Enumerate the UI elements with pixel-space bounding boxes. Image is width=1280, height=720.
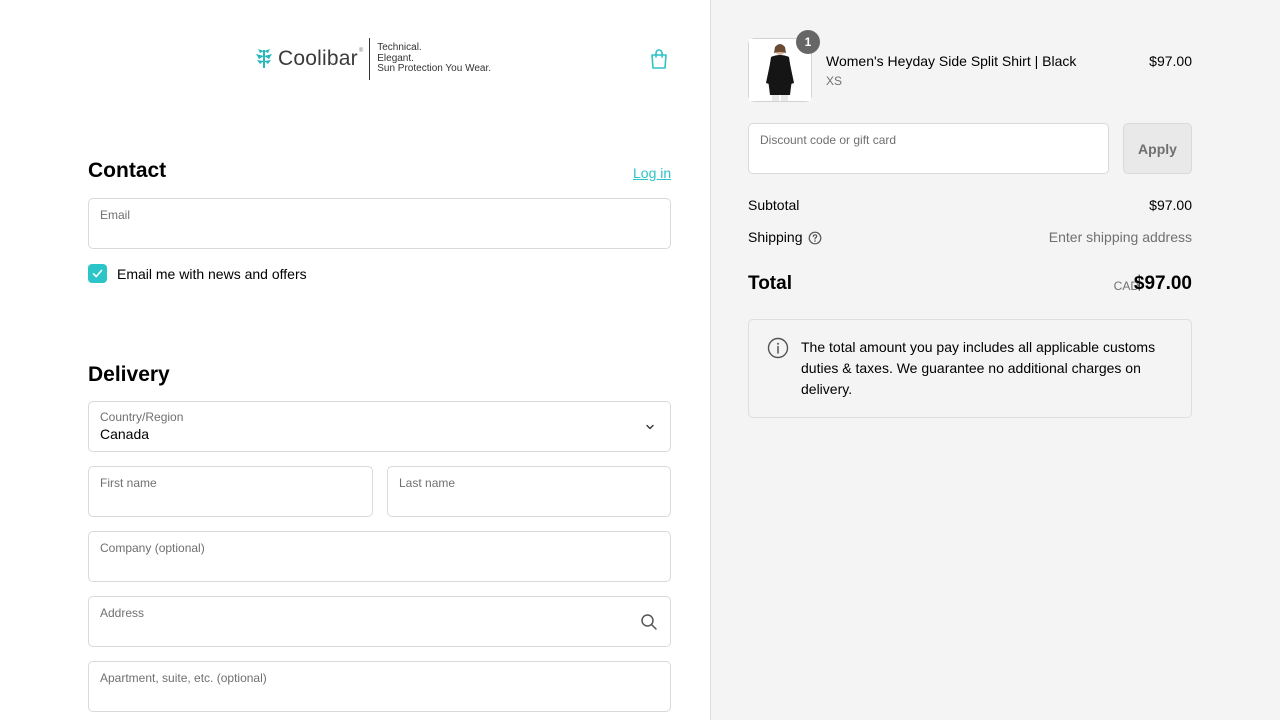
apartment-field[interactable]: Apartment, suite, etc. (optional) <box>88 661 671 712</box>
product-variant: XS <box>826 74 843 88</box>
first-name-label: First name <box>100 476 157 490</box>
shopping-bag-icon[interactable] <box>648 48 670 70</box>
company-label: Company (optional) <box>100 541 205 555</box>
country-label: Country/Region <box>100 410 184 424</box>
brand-tagline: Technical. Elegant. Sun Protection You W… <box>377 43 491 75</box>
country-value: Canada <box>100 426 150 442</box>
checkout-main: Coolibar ® Technical. Elegant. Sun Prote… <box>0 0 710 720</box>
tagline-line-3: Sun Protection You Wear. <box>377 63 492 75</box>
company-field[interactable]: Company (optional) <box>88 531 671 582</box>
brand-name: Coolibar <box>278 47 358 70</box>
address-label: Address <box>100 606 145 620</box>
first-name-field[interactable]: First name <box>88 466 373 517</box>
shipping-label: Shipping <box>748 229 803 245</box>
newsletter-label: Email me with news and offers <box>117 265 307 282</box>
total-value: $97.00 <box>1133 273 1192 294</box>
brand-logo[interactable]: Coolibar ® Technical. Elegant. Sun Prote… <box>254 37 491 81</box>
subtotal-value: $97.00 <box>1149 197 1192 213</box>
tagline-line-2: Elegant. <box>377 52 414 64</box>
discount-code-field[interactable]: Discount code or gift card <box>748 123 1109 174</box>
quantity-badge: 1 <box>796 30 820 54</box>
chevron-down-icon <box>646 424 654 430</box>
logo-divider <box>369 38 371 80</box>
duties-notice-text: The total amount you pay includes all ap… <box>801 339 1156 397</box>
checkmark-icon <box>92 269 103 278</box>
coolibar-leaf-icon <box>256 49 272 68</box>
subtotal-label: Subtotal <box>748 197 800 213</box>
shipping-value: Enter shipping address <box>1048 229 1192 245</box>
login-link[interactable]: Log in <box>633 165 671 181</box>
email-field[interactable]: Email <box>88 198 671 249</box>
duties-notice: The total amount you pay includes all ap… <box>748 319 1192 418</box>
country-select[interactable]: Country/Region Canada <box>88 401 671 452</box>
delivery-heading: Delivery <box>88 363 170 386</box>
apartment-label: Apartment, suite, etc. (optional) <box>100 671 267 685</box>
product-name: Women's Heyday Side Split Shirt | Black <box>826 53 1077 69</box>
apply-discount-button[interactable]: Apply <box>1123 123 1192 174</box>
address-field[interactable]: Address <box>88 596 671 647</box>
search-icon[interactable] <box>640 613 658 631</box>
newsletter-checkbox[interactable] <box>88 264 107 283</box>
total-label: Total <box>748 273 792 294</box>
email-field-label: Email <box>100 208 131 222</box>
help-icon[interactable] <box>808 231 822 245</box>
last-name-field[interactable]: Last name <box>387 466 671 517</box>
newsletter-option[interactable]: Email me with news and offers <box>88 264 307 283</box>
last-name-label: Last name <box>399 476 456 490</box>
discount-code-label: Discount code or gift card <box>760 133 897 147</box>
product-price: $97.00 <box>1149 53 1192 69</box>
info-icon <box>767 337 789 359</box>
tagline-line-1: Technical. <box>377 42 422 54</box>
contact-heading: Contact <box>88 159 167 182</box>
brand-registered-mark: ® <box>358 48 364 54</box>
